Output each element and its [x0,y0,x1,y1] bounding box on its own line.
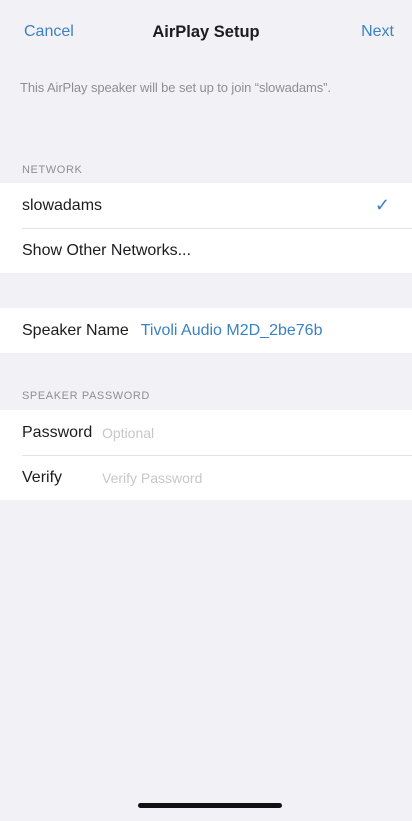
airplay-setup-screen: Cancel AirPlay Setup Next This AirPlay s… [0,0,412,821]
show-other-networks-label: Show Other Networks... [22,241,191,259]
network-list: slowadams ✓ Show Other Networks... [0,183,412,273]
speaker-password-section-header: SPEAKER PASSWORD [22,390,150,402]
password-field[interactable] [102,424,362,441]
verify-password-field[interactable] [102,469,362,486]
network-item-slowadams[interactable]: slowadams ✓ [0,183,412,228]
network-name: slowadams [22,196,103,214]
verify-row: Verify [0,455,412,500]
speaker-name-group: Speaker Name Tivoli Audio M2D_2be76b [0,308,412,353]
password-label: Password [22,423,93,441]
checkmark-icon: ✓ [374,195,390,215]
speaker-name-row[interactable]: Speaker Name Tivoli Audio M2D_2be76b [0,308,412,353]
network-section-header: NETWORK [22,164,83,176]
password-row: Password [0,410,412,455]
verify-label: Verify [22,468,63,486]
password-group: Password Verify [0,410,412,500]
next-button[interactable]: Next [361,23,394,41]
setup-info-text: This AirPlay speaker will be set up to j… [20,80,331,95]
home-indicator [138,803,282,808]
speaker-name-label: Speaker Name [22,321,129,339]
show-other-networks-button[interactable]: Show Other Networks... [0,228,412,273]
speaker-name-value[interactable]: Tivoli Audio M2D_2be76b [141,322,323,340]
navigation-bar: Cancel AirPlay Setup Next [0,0,412,64]
cancel-button[interactable]: Cancel [24,23,74,41]
